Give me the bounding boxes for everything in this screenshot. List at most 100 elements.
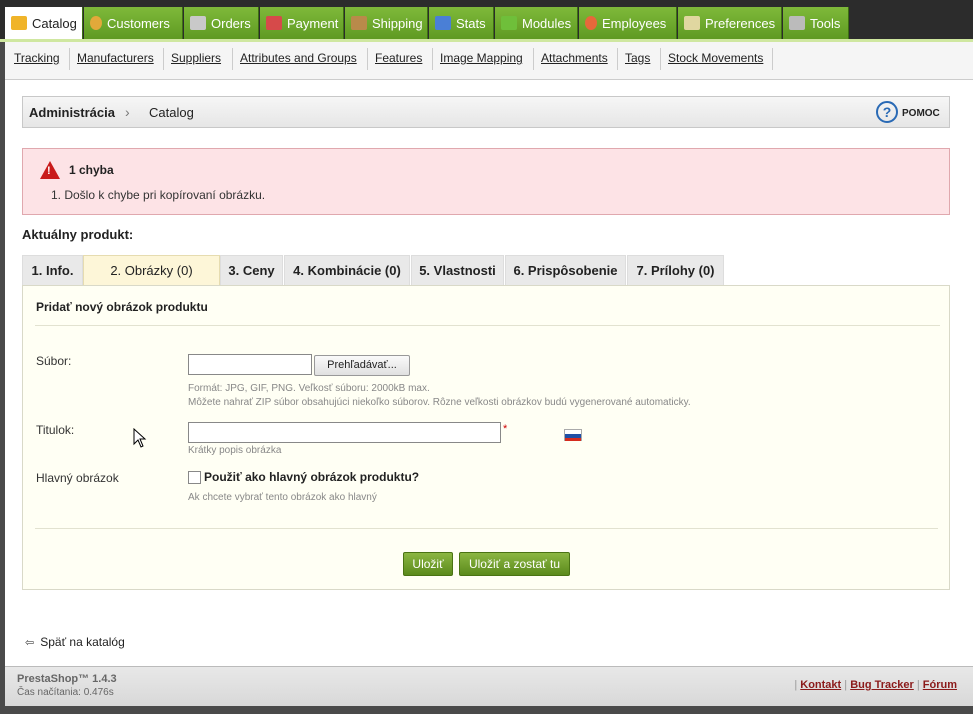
tab-label: Catalog (32, 15, 77, 31)
file-hint-format: Formát: JPG, GIF, PNG. Veľkosť súboru: 2… (188, 383, 430, 394)
payment-icon (266, 16, 282, 30)
divider (35, 528, 938, 529)
mouse-cursor-icon (133, 428, 147, 448)
back-link-label: Späť na katalóg (40, 635, 125, 649)
tab-catalog[interactable]: Catalog (5, 7, 83, 39)
subnav-manufacturers[interactable]: Manufacturers (77, 51, 154, 65)
tab-customization[interactable]: 6. Prispôsobenie (505, 255, 626, 285)
file-label: Súbor: (36, 354, 72, 368)
footer: PrestaShop™ 1.4.3 Čas načítania: 0.476s … (5, 666, 973, 706)
error-message: 1. Došlo k chybe pri kopírovaní obrázku. (51, 188, 266, 202)
help-button[interactable]: POMOC (902, 108, 940, 119)
version-label: PrestaShop™ 1.4.3 (17, 673, 117, 685)
save-and-stay-button[interactable]: Uložiť a zostať tu (459, 552, 570, 576)
employee-icon (585, 16, 597, 30)
divider (432, 48, 433, 70)
cover-hint: Ak chcete vybrať tento obrázok ako hlavn… (188, 492, 377, 503)
cover-checkbox-label[interactable]: Použiť ako hlavný obrázok produktu? (204, 470, 419, 484)
back-to-catalog-link[interactable]: ⇦ Späť na katalóg (25, 635, 125, 649)
divider (533, 48, 534, 70)
save-button[interactable]: Uložiť (403, 552, 453, 576)
cart-icon (190, 16, 206, 30)
error-box: ! 1 chyba 1. Došlo k chybe pri kopírovan… (22, 148, 950, 215)
title-input[interactable] (188, 422, 501, 443)
preferences-icon (684, 16, 700, 30)
divider (772, 48, 773, 70)
sub-navigation: Tracking Manufacturers Suppliers Attribu… (5, 42, 973, 80)
required-mark: * (503, 423, 508, 435)
subnav-image-mapping[interactable]: Image Mapping (440, 51, 523, 65)
footer-links: | Kontakt | Bug Tracker | Fórum (794, 679, 957, 691)
top-navigation: Catalog Customers Orders Payment Shippin… (0, 0, 973, 42)
subnav-tags[interactable]: Tags (625, 51, 650, 65)
tab-attachments[interactable]: 7. Prílohy (0) (627, 255, 724, 285)
tab-label: Stats (456, 15, 486, 31)
cover-label: Hlavný obrázok (36, 471, 119, 485)
tab-stats[interactable]: Stats (429, 7, 494, 39)
back-arrow-icon: ⇦ (25, 636, 35, 649)
truck-icon (351, 16, 367, 30)
tab-label: Orders (211, 15, 251, 31)
subnav-suppliers[interactable]: Suppliers (171, 51, 221, 65)
forum-link[interactable]: Fórum (923, 679, 957, 691)
subnav-attachments[interactable]: Attachments (541, 51, 608, 65)
breadcrumb-root[interactable]: Administrácia (29, 105, 115, 120)
tab-preferences[interactable]: Preferences (678, 7, 782, 39)
tab-combinations[interactable]: 4. Kombinácie (0) (284, 255, 410, 285)
divider (660, 48, 661, 70)
breadcrumb: Administrácia › Catalog ? POMOC (22, 96, 950, 128)
folder-icon (11, 16, 27, 30)
subnav-tracking[interactable]: Tracking (14, 51, 60, 65)
current-product-label: Aktuálny produkt: (22, 227, 134, 242)
tab-info[interactable]: 1. Info. (22, 255, 83, 285)
divider (617, 48, 618, 70)
puzzle-icon (501, 16, 517, 30)
file-hint-zip: Môžete nahrať ZIP súbor obsahujúci nieko… (188, 397, 691, 408)
tab-customers[interactable]: Customers (84, 7, 183, 39)
tab-shipping[interactable]: Shipping (345, 7, 428, 39)
divider (367, 48, 368, 70)
tab-employees[interactable]: Employees (579, 7, 677, 39)
divider (35, 325, 940, 326)
subnav-stock-movements[interactable]: Stock Movements (668, 51, 763, 65)
cover-checkbox[interactable] (188, 471, 201, 484)
error-title: 1 chyba (69, 163, 114, 177)
slovak-flag-icon[interactable] (564, 429, 582, 441)
panel-heading: Pridať nový obrázok produktu (36, 300, 208, 314)
tab-modules[interactable]: Modules (495, 7, 578, 39)
tab-label: Modules (522, 15, 572, 31)
warning-icon: ! (40, 161, 60, 179)
tab-orders[interactable]: Orders (184, 7, 259, 39)
title-label: Titulok: (36, 423, 75, 437)
tab-label: Payment (287, 15, 339, 31)
tab-label: Tools (810, 15, 841, 31)
tools-icon (789, 16, 805, 30)
breadcrumb-current: Catalog (149, 105, 194, 120)
main-content: Administrácia › Catalog ? POMOC ! 1 chyb… (5, 80, 973, 666)
tab-prices[interactable]: 3. Ceny (220, 255, 283, 285)
contact-link[interactable]: Kontakt (800, 679, 841, 691)
tab-label: Shipping (372, 15, 423, 31)
tab-images[interactable]: 2. Obrázky (0) (83, 255, 220, 285)
chevron-right-icon: › (125, 104, 130, 120)
tab-payment[interactable]: Payment (260, 7, 344, 39)
file-input[interactable] (188, 354, 312, 375)
divider (163, 48, 164, 70)
stats-icon (435, 16, 451, 30)
customers-icon (90, 16, 102, 30)
bug-tracker-link[interactable]: Bug Tracker (850, 679, 914, 691)
tab-label: Preferences (705, 15, 776, 31)
load-time-label: Čas načítania: 0.476s (17, 687, 114, 698)
help-icon[interactable]: ? (876, 101, 898, 123)
tab-features[interactable]: 5. Vlastnosti (411, 255, 504, 285)
add-image-panel: Pridať nový obrázok produktu Súbor: Preh… (22, 285, 950, 590)
browse-button[interactable]: Prehľadávať... (314, 355, 410, 376)
divider (69, 48, 70, 70)
divider (232, 48, 233, 70)
subnav-attributes-groups[interactable]: Attributes and Groups (240, 51, 357, 65)
subnav-features[interactable]: Features (375, 51, 422, 65)
tab-tools[interactable]: Tools (783, 7, 849, 39)
tab-label: Employees (602, 15, 667, 31)
tab-label: Customers (107, 15, 170, 31)
title-hint: Krátky popis obrázka (188, 445, 282, 456)
